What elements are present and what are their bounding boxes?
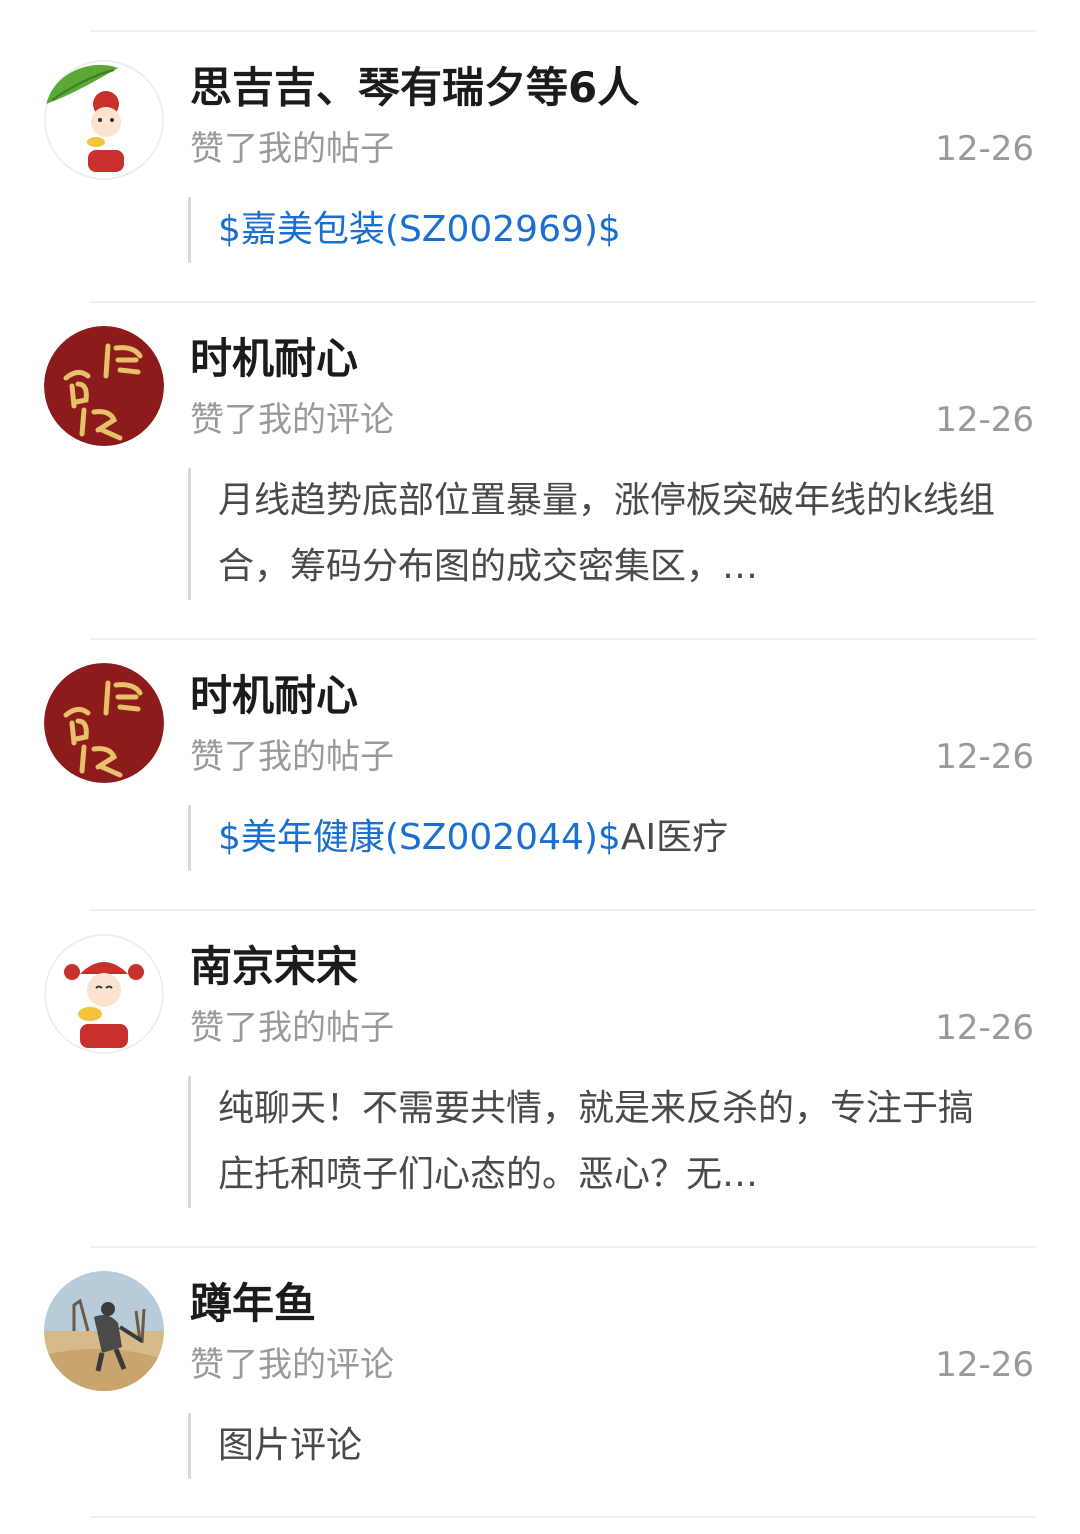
baishun-calligraphy-avatar-icon	[44, 326, 164, 446]
quote-text: AI医疗	[620, 817, 729, 858]
user-name[interactable]: 南京宋宋	[190, 939, 358, 995]
fortune-god-avatar-icon	[44, 934, 164, 1054]
notification-item[interactable]: 蹲年鱼 赞了我的评论 12-26 图片评论	[0, 1246, 1080, 1518]
date: 12-26	[935, 737, 1034, 777]
quote-text: 纯聊天！不需要共情，就是来反杀的，专注于搞庄托和喷子们心态的。恶心？无…	[218, 1088, 975, 1195]
avatar[interactable]	[44, 934, 164, 1054]
avatar[interactable]	[44, 1271, 164, 1391]
date: 12-26	[935, 1008, 1034, 1048]
avatar[interactable]	[44, 663, 164, 783]
action-text: 赞了我的帖子	[190, 737, 394, 777]
action-text: 赞了我的评论	[190, 400, 394, 440]
notification-list: 思吉吉、琴有瑞夕等6人 赞了我的帖子 12-26 $嘉美包装(SZ002969)…	[0, 0, 1080, 1534]
user-name[interactable]: 思吉吉、琴有瑞夕等6人	[190, 60, 639, 116]
date: 12-26	[935, 1345, 1034, 1385]
post-quote[interactable]: $美年健康(SZ002044)$AI医疗	[188, 805, 1000, 871]
date: 12-26	[935, 400, 1034, 440]
fortune-god-leaf-avatar-icon	[44, 60, 164, 180]
avatar[interactable]	[44, 326, 164, 446]
baishun-calligraphy-avatar-icon	[44, 663, 164, 783]
action-text: 赞了我的评论	[190, 1345, 394, 1385]
quote-text: 月线趋势底部位置暴量，涨停板突破年线的k线组合，筹码分布图的成交密集区，…	[218, 480, 995, 587]
comment-quote[interactable]: 图片评论	[188, 1413, 1000, 1479]
post-quote[interactable]: $嘉美包装(SZ002969)$	[188, 197, 1000, 263]
fisherman-photo-avatar-icon	[44, 1271, 164, 1391]
action-text: 赞了我的帖子	[190, 1008, 394, 1048]
comment-quote[interactable]: 月线趋势底部位置暴量，涨停板突破年线的k线组合，筹码分布图的成交密集区，…	[188, 468, 1000, 600]
quote-text: 图片评论	[218, 1425, 363, 1466]
avatar[interactable]	[44, 60, 164, 180]
user-name[interactable]: 时机耐心	[190, 331, 358, 387]
divider	[90, 1516, 1036, 1518]
post-quote[interactable]: 纯聊天！不需要共情，就是来反杀的，专注于搞庄托和喷子们心态的。恶心？无…	[188, 1076, 1000, 1208]
notification-item[interactable]: 思吉吉、琴有瑞夕等6人 赞了我的帖子 12-26 $嘉美包装(SZ002969)…	[0, 30, 1080, 302]
stock-link[interactable]: $美年健康(SZ002044)$	[218, 817, 621, 858]
notification-item[interactable]: 时机耐心 赞了我的评论 12-26 月线趋势底部位置暴量，涨停板突破年线的k线组…	[0, 301, 1080, 638]
notification-item[interactable]: 时机耐心 赞了我的帖子 12-26 $美年健康(SZ002044)$AI医疗	[0, 638, 1080, 910]
notification-item[interactable]: 南京宋宋 赞了我的帖子 12-26 纯聊天！不需要共情，就是来反杀的，专注于搞庄…	[0, 909, 1080, 1246]
stock-link[interactable]: $嘉美包装(SZ002969)$	[218, 209, 621, 250]
date: 12-26	[935, 129, 1034, 169]
user-name[interactable]: 时机耐心	[190, 668, 358, 724]
user-name[interactable]: 蹲年鱼	[190, 1276, 316, 1332]
action-text: 赞了我的帖子	[190, 129, 394, 169]
